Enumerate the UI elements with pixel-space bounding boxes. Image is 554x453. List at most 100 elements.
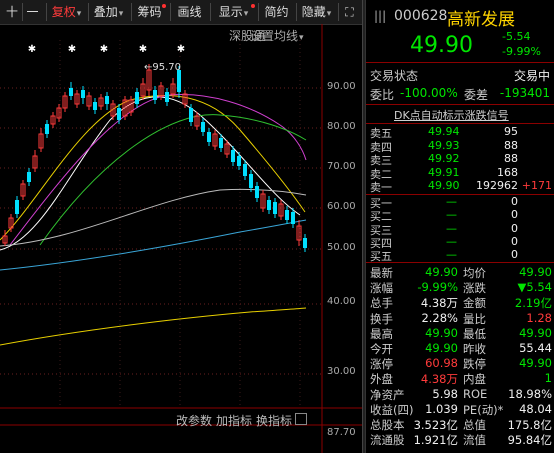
ask-price: 49.92 <box>428 152 460 165</box>
price-change-pct: -9.99% <box>502 45 541 58</box>
stat-label: 昨收 <box>463 342 486 356</box>
candle-body-down <box>135 92 139 104</box>
zoom-out-button[interactable]: 一 <box>22 3 42 21</box>
sub-axis-top: 87.70 <box>327 427 356 438</box>
event-marker-icon: ✱ <box>139 44 147 55</box>
toolbar-button-label: 筹码 <box>137 5 162 19</box>
candle-body-down <box>81 90 85 98</box>
chevron-down-icon: ▾ <box>76 9 82 19</box>
stat-label: 总股本 <box>370 418 405 432</box>
toolbar-button-3[interactable]: 画线 <box>170 3 208 21</box>
stat-value: 48.04 <box>519 401 552 416</box>
ask-price: 49.93 <box>428 138 460 152</box>
stat-value: 5.98 <box>432 386 458 401</box>
toolbar-button-4[interactable]: 显示▾ <box>210 3 256 21</box>
candle-body-down <box>273 202 277 214</box>
candle-body-down <box>27 172 31 182</box>
zoom-in-button[interactable]: 十 <box>3 3 21 21</box>
ask-volume: 168 <box>497 165 518 179</box>
candle-body-down <box>189 108 193 122</box>
toolbar-button-2[interactable]: 筹码 <box>131 3 167 21</box>
add-indicator-link[interactable]: 加指标 <box>216 412 252 429</box>
close-indicator-icon[interactable] <box>295 413 307 425</box>
weicha-value: -193401 <box>499 86 550 100</box>
price-change: -5.54 <box>502 30 531 43</box>
menu-icon[interactable]: ||| <box>374 9 386 23</box>
bid-volume: 0 <box>511 221 518 235</box>
stat-value: 49.90 <box>519 325 552 340</box>
stat-value: 175.8亿 <box>507 418 552 432</box>
stat-value: 18.98% <box>508 386 552 401</box>
event-marker-icon: ✱ <box>177 44 185 55</box>
chevron-down-icon: ▾ <box>243 9 249 19</box>
stat-label: 内盘 <box>463 372 486 387</box>
bid-price: — <box>446 221 457 235</box>
stat-label: 金额 <box>463 296 486 311</box>
candle-body-down <box>165 92 169 102</box>
candle-body-down <box>15 200 19 214</box>
ask-volume: 95 <box>504 125 518 138</box>
fullscreen-icon[interactable]: ⛶ <box>338 3 360 21</box>
candle-body-down <box>45 124 49 134</box>
quote-panel: ||| 000628 高新发展 49.90 -5.54 -9.99% 交易状态 … <box>366 0 554 453</box>
bid-price: — <box>446 248 457 262</box>
switch-indicator-link[interactable]: 换指标 <box>256 412 292 429</box>
stat-value: 1.039 <box>425 401 458 416</box>
change-param-link[interactable]: 改参数 <box>176 412 212 429</box>
candle-body-down <box>219 138 223 148</box>
bid-volume: 0 <box>511 248 518 262</box>
chevron-down-icon: ▾ <box>299 33 304 43</box>
stock-name: 高新发展 <box>447 10 515 30</box>
toolbar-button-6[interactable]: 隐藏▾ <box>296 3 336 21</box>
stat-value: 1.921亿 <box>413 433 458 448</box>
stat-value: 95.84亿 <box>507 433 552 448</box>
kline-chart[interactable]: ✱ ✱ ✱ ✱ ✱ <box>0 24 362 453</box>
bid-volume: 0 <box>511 195 518 208</box>
ask-volume: 192962 <box>476 179 518 192</box>
stat-value: 49.90 <box>519 356 552 371</box>
candle-body-down <box>231 150 235 162</box>
notification-dot <box>162 4 166 8</box>
signal-link[interactable]: DK点自动标示涨跌信号 <box>394 107 509 123</box>
ask-volume: 88 <box>504 138 518 152</box>
ma20-line <box>9 94 307 246</box>
ma-setting-link[interactable]: 设置均线▾ <box>250 27 304 44</box>
chevron-down-icon: ▾ <box>118 9 124 19</box>
ask-price: 49.90 <box>428 179 460 192</box>
toolbar-button-0[interactable]: 复权▾ <box>46 3 86 21</box>
ma30-line <box>39 114 307 246</box>
stat-value: 49.90 <box>425 265 458 279</box>
stat-label: 今开 <box>370 342 393 356</box>
stat-label: 最新 <box>370 266 393 280</box>
stat-label: 总值 <box>463 418 486 432</box>
divider <box>366 62 554 63</box>
candle-body-down <box>291 212 295 224</box>
candle-body-down <box>69 88 73 96</box>
toolbar-button-label: 简约 <box>264 5 289 19</box>
price-tick: 30.00 <box>327 366 356 377</box>
stat-value: -9.99% <box>417 280 458 295</box>
stat-value: 49.90 <box>425 341 458 355</box>
bid-price: — <box>446 208 457 222</box>
candle-body-down <box>267 200 271 210</box>
stat-value: 4.38万 <box>420 372 458 387</box>
divider <box>366 123 554 124</box>
stat-label: 涨幅 <box>370 281 393 296</box>
stat-label: 流值 <box>463 433 486 448</box>
toolbar-button-label: 显示 <box>218 5 243 19</box>
stat-value: 1.28 <box>526 310 552 325</box>
toolbar-button-5[interactable]: 简约 <box>258 3 294 21</box>
status-label: 交易状态 <box>370 69 419 83</box>
stat-label: 跌停 <box>463 357 486 372</box>
stat-label: 最高 <box>370 326 393 341</box>
stat-label: 净资产 <box>370 387 405 402</box>
stat-value: 1 <box>544 371 552 386</box>
last-price: 49.90 <box>410 33 473 58</box>
divider <box>366 194 554 195</box>
ask-price: 49.91 <box>428 165 460 179</box>
divider <box>366 262 554 263</box>
toolbar-button-1[interactable]: 叠加▾ <box>88 3 128 21</box>
toolbar-button-label: 复权 <box>51 5 76 19</box>
stat-label: 收益(四) <box>370 402 414 417</box>
stat-value: 3.523亿 <box>413 418 458 432</box>
